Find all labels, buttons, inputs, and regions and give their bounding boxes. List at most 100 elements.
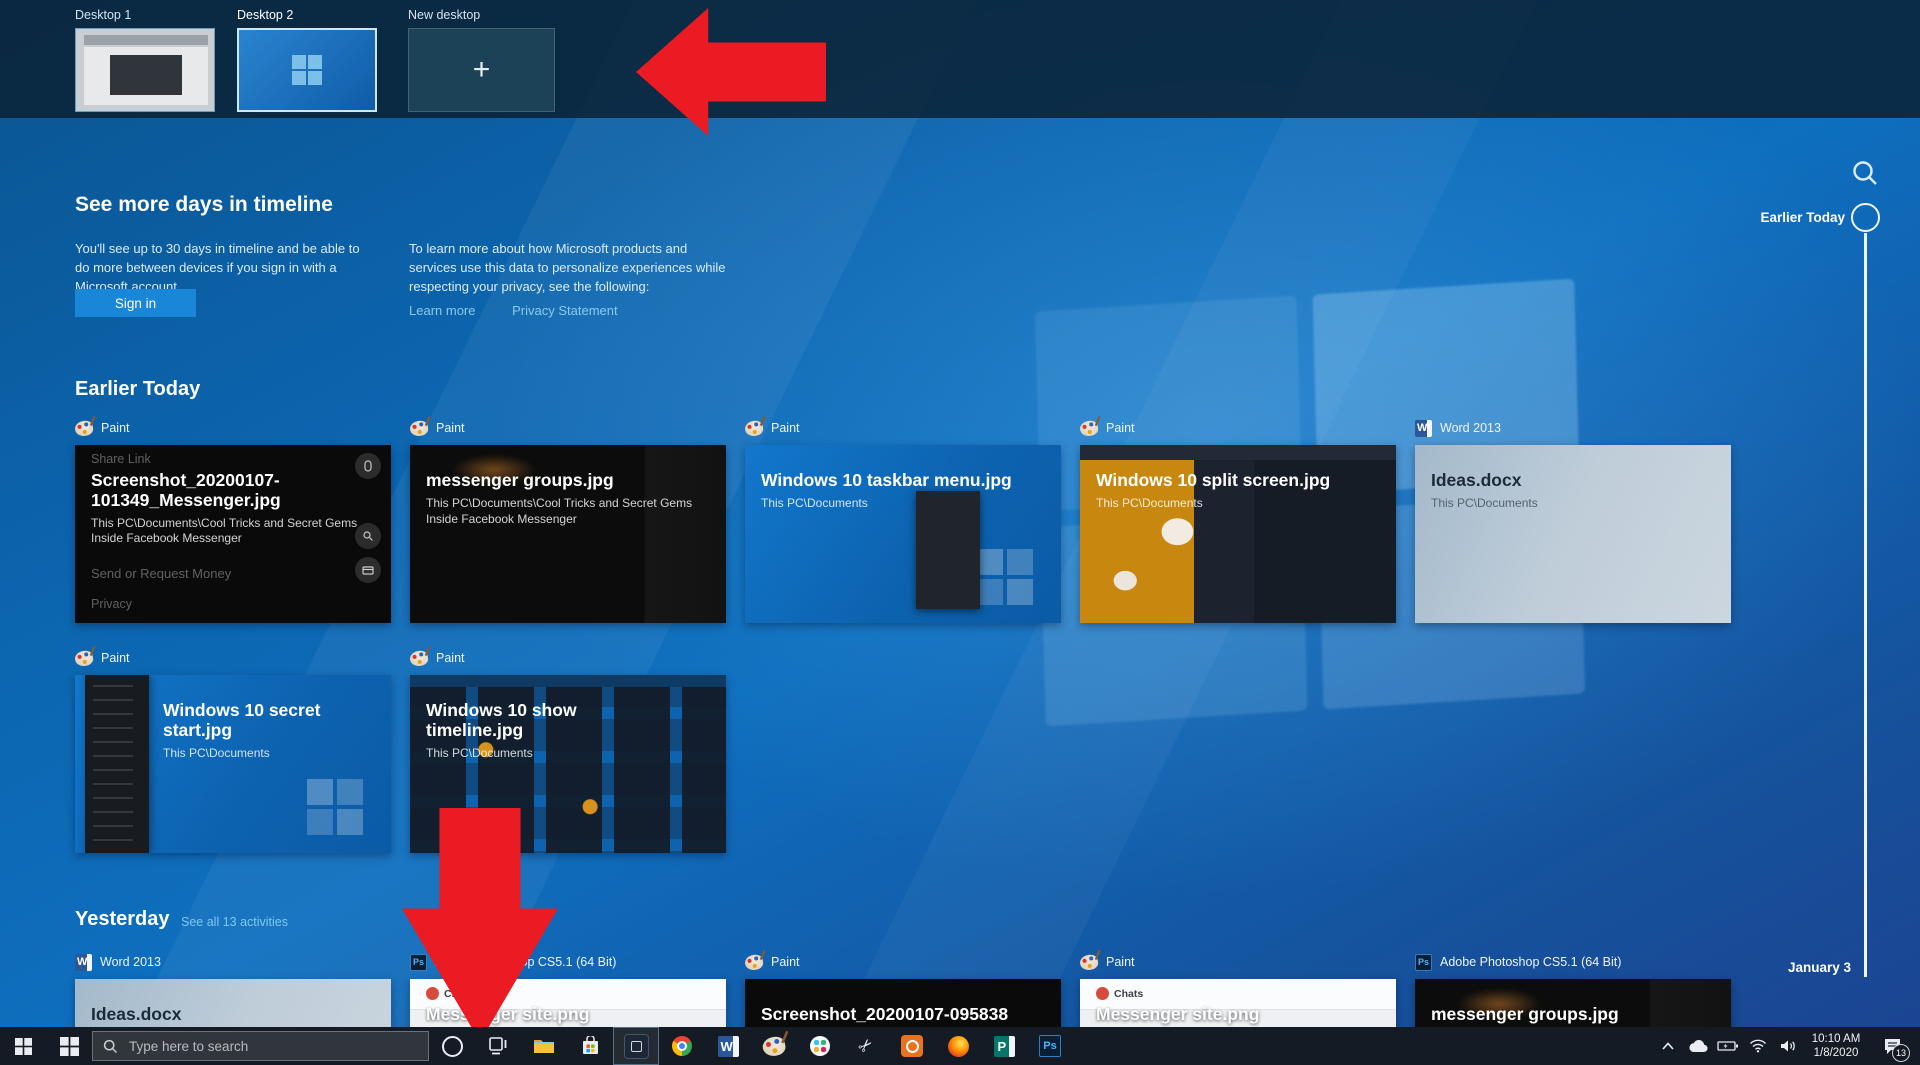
activity-messenger-screenshot: Paint Share Link Send or Request Money P… bbox=[75, 418, 391, 623]
app-label: Paint bbox=[436, 651, 465, 665]
volume-button[interactable] bbox=[1774, 1027, 1802, 1065]
cortana-button[interactable] bbox=[429, 1027, 475, 1065]
search-icon bbox=[1848, 157, 1882, 191]
activity-taskbar-menu: Paint Windows 10 taskbar menu.jpg This P… bbox=[745, 418, 1061, 623]
desktop-1-thumbnail[interactable] bbox=[75, 28, 215, 112]
windows-logo-icon bbox=[292, 55, 322, 85]
activity-card[interactable]: Windows 10 secret start.jpg This PC\Docu… bbox=[75, 675, 391, 853]
timeline-scrubber-handle[interactable] bbox=[1851, 203, 1880, 232]
battery-icon bbox=[1717, 1040, 1739, 1052]
card-title: Ideas.docx bbox=[1431, 471, 1715, 491]
new-desktop-label: New desktop bbox=[408, 8, 480, 22]
word-button[interactable]: W bbox=[705, 1027, 751, 1065]
network-button[interactable] bbox=[1744, 1027, 1772, 1065]
battery-button[interactable] bbox=[1714, 1027, 1742, 1065]
paint-icon bbox=[409, 649, 430, 667]
activity-secret-start: Paint Windows 10 secret start.jpg This P… bbox=[75, 648, 391, 853]
snipping-tool-button[interactable]: ✂ bbox=[843, 1027, 889, 1065]
activity-card[interactable]: Windows 10 taskbar menu.jpg This PC\Docu… bbox=[745, 445, 1061, 623]
paint-icon bbox=[744, 953, 765, 971]
active-app-button[interactable] bbox=[613, 1027, 659, 1065]
store-icon bbox=[581, 1036, 600, 1056]
earlier-today-row-1: Paint Share Link Send or Request Money P… bbox=[75, 418, 1731, 623]
avatar-icon bbox=[1096, 987, 1109, 1000]
app-label: Paint bbox=[1106, 955, 1135, 969]
activity-split-screen: Paint Windows 10 split screen.jpg This P… bbox=[1080, 418, 1396, 623]
card-decor-chats: Chats bbox=[1114, 988, 1143, 1000]
tray-overflow-button[interactable] bbox=[1654, 1027, 1682, 1065]
app-label: Paint bbox=[1106, 421, 1135, 435]
firefox-button[interactable] bbox=[935, 1027, 981, 1065]
paint-button[interactable] bbox=[751, 1027, 797, 1065]
scissors-icon: ✂ bbox=[854, 1034, 878, 1058]
card-decor-privacy: Privacy bbox=[91, 597, 132, 611]
card-path: This PC\Documents bbox=[163, 746, 375, 762]
new-desktop-button[interactable]: + bbox=[408, 28, 555, 112]
card-decor-share-link: Share Link bbox=[91, 452, 151, 466]
money-card-icon bbox=[355, 557, 381, 583]
see-all-activities-link[interactable]: See all 13 activities bbox=[181, 915, 288, 929]
start-button[interactable] bbox=[0, 1027, 46, 1065]
system-tray: 10:10 AM 1/8/2020 13 bbox=[1654, 1027, 1920, 1065]
activity-card[interactable]: messenger groups.jpg This PC\Documents\C… bbox=[410, 445, 726, 623]
activity-card[interactable]: Ideas.docx This PC\Documents bbox=[1415, 445, 1731, 623]
task-view-screen: Desktop 1 Desktop 2 New desktop + Earlie… bbox=[0, 0, 1920, 1065]
search-input[interactable] bbox=[127, 1038, 418, 1055]
onedrive-button[interactable] bbox=[1684, 1027, 1712, 1065]
avatar-icon bbox=[426, 987, 439, 1000]
yesterday-heading: Yesterday bbox=[75, 908, 170, 931]
screenshot-app-button[interactable] bbox=[889, 1027, 935, 1065]
chrome-button[interactable] bbox=[659, 1027, 705, 1065]
card-path: This PC\Documents bbox=[1431, 496, 1715, 512]
paint-icon bbox=[1079, 953, 1100, 971]
card-decor-send-money: Send or Request Money bbox=[91, 566, 231, 581]
activity-card[interactable]: Share Link Send or Request Money Privacy… bbox=[75, 445, 391, 623]
app-label: Paint bbox=[101, 421, 130, 435]
task-view-button[interactable] bbox=[475, 1027, 521, 1065]
file-explorer-button[interactable] bbox=[521, 1027, 567, 1065]
card-path: This PC\Documents bbox=[761, 496, 1045, 512]
slack-icon bbox=[810, 1036, 830, 1056]
activity-card[interactable]: Windows 10 split screen.jpg This PC\Docu… bbox=[1080, 445, 1396, 623]
card-title: Messenger site.png bbox=[1096, 1005, 1380, 1025]
card-title: Windows 10 taskbar menu.jpg bbox=[761, 471, 1045, 491]
desktop-2-label: Desktop 2 bbox=[237, 8, 293, 22]
notification-count-badge: 13 bbox=[1892, 1044, 1910, 1062]
card-title: Screenshot_20200107-095838 bbox=[761, 1005, 1045, 1025]
taskbar-search-box[interactable] bbox=[92, 1031, 429, 1061]
app-label: Word 2013 bbox=[100, 955, 161, 969]
cortana-icon bbox=[442, 1036, 463, 1057]
publisher-icon: P bbox=[994, 1036, 1015, 1057]
app-label: Paint bbox=[436, 421, 465, 435]
rail-earlier-today-label: Earlier Today bbox=[1760, 210, 1845, 225]
timeline-scrubber-track[interactable] bbox=[1864, 233, 1867, 977]
pinned-windows-app-button[interactable] bbox=[46, 1027, 92, 1065]
privacy-statement-link[interactable]: Privacy Statement bbox=[512, 303, 618, 318]
paint-icon bbox=[409, 419, 430, 437]
photoshop-button[interactable]: Ps bbox=[1027, 1027, 1073, 1065]
taskbar-clock[interactable]: 10:10 AM 1/8/2020 bbox=[1804, 1032, 1868, 1061]
card-title: Ideas.docx bbox=[91, 1005, 375, 1025]
slack-button[interactable] bbox=[797, 1027, 843, 1065]
photoshop-icon: Ps bbox=[1415, 954, 1432, 971]
timeline-search-button[interactable] bbox=[1848, 157, 1882, 196]
cloud-icon bbox=[1688, 1039, 1708, 1053]
paint-icon bbox=[1079, 419, 1100, 437]
desktop-2-thumbnail[interactable] bbox=[237, 28, 377, 112]
card-title: Windows 10 split screen.jpg bbox=[1096, 471, 1380, 491]
action-center-button[interactable]: 13 bbox=[1870, 1027, 1914, 1065]
publisher-button[interactable]: P bbox=[981, 1027, 1027, 1065]
activity-messenger-groups: Paint messenger groups.jpg This PC\Docum… bbox=[410, 418, 726, 623]
promo-title: See more days in timeline bbox=[75, 193, 333, 217]
app-label: Paint bbox=[771, 421, 800, 435]
paint-icon bbox=[761, 1034, 787, 1057]
file-explorer-icon bbox=[533, 1037, 555, 1055]
search-icon bbox=[103, 1039, 118, 1054]
sign-in-button[interactable]: Sign in bbox=[75, 289, 196, 317]
card-path: This PC\Documents\Cool Tricks and Secret… bbox=[91, 516, 375, 547]
microsoft-store-button[interactable] bbox=[567, 1027, 613, 1065]
screenshot-app-icon bbox=[901, 1035, 923, 1057]
card-title: messenger groups.jpg bbox=[426, 471, 710, 491]
card-title: Windows 10 secret start.jpg bbox=[163, 701, 375, 741]
learn-more-link[interactable]: Learn more bbox=[409, 303, 475, 318]
